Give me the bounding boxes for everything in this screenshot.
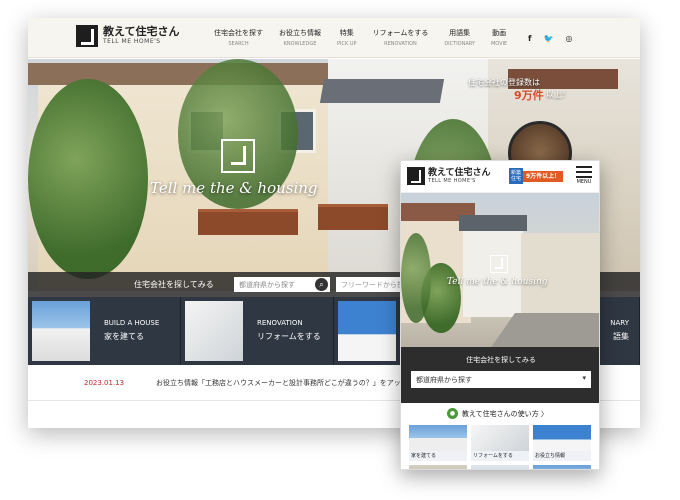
desktop-header: 教えて住宅さん TELL ME HOME'S 住宅会社を探す SEARCH お役… [28, 18, 640, 58]
tile-build[interactable]: 家を建てる [409, 425, 467, 461]
nav-label: 住宅会社を探す [214, 29, 263, 37]
nav-sublabel: SEARCH [228, 41, 249, 47]
tile-extra-1[interactable] [409, 465, 467, 469]
site-logo[interactable]: 教えて住宅さん TELL ME HOME'S [76, 25, 179, 47]
badge-right: 9万件以上！ [523, 170, 564, 182]
ad-tail: 以上！ [546, 90, 570, 99]
tile-extra-2[interactable] [471, 465, 529, 469]
tile-label: 家を建てる [411, 453, 437, 459]
category-en: BUILD A HOUSE [104, 319, 160, 327]
nav-sublabel: MOVIE [490, 41, 508, 47]
news-date: 2023.01.13 [84, 379, 125, 387]
tile-extra-3[interactable] [533, 465, 591, 469]
menu-label: MENU [576, 179, 592, 185]
badge-left: 新築 住宅 [509, 168, 523, 184]
main-nav: 住宅会社を探す SEARCH お役立ち情報 KNOWLEDGE 特集 PICK … [206, 28, 515, 48]
nav-item-search[interactable]: 住宅会社を探す SEARCH [206, 28, 271, 48]
select-value: 都道府県から探す [416, 376, 472, 384]
tile-label: リフォームをする [473, 453, 513, 459]
category-jp: 語集 [613, 332, 629, 341]
mobile-prefecture-select[interactable]: 都道府県から探す ▾ [411, 371, 591, 388]
nav-label: 動画 [492, 29, 507, 37]
guide-text: 教えて住宅さんの使い方 〉 [462, 410, 548, 418]
hero-logo-icon [490, 255, 508, 273]
nav-sublabel: RENOVATION [384, 41, 417, 47]
twitter-icon[interactable]: 🐦 [543, 34, 553, 43]
logo-mark-icon [407, 167, 425, 185]
search-icon[interactable]: ⌕ [315, 278, 328, 291]
mobile-logo[interactable]: 教えて住宅さん TELL ME HOME'S [407, 167, 491, 185]
showcase-stage: 教えて住宅さん TELL ME HOME'S 住宅会社を探す SEARCH お役… [0, 0, 680, 500]
build-house-image [32, 301, 90, 361]
nav-item-knowledge[interactable]: お役立ち情報 KNOWLEDGE [271, 28, 329, 48]
mobile-category-tiles: 家を建てる リフォームをする お役立ち情報 [409, 425, 595, 469]
nav-sublabel: KNOWLEDGE [283, 41, 317, 47]
mobile-search-label: 住宅会社を探してみる [466, 356, 536, 364]
category-jp: リフォームをする [257, 332, 321, 341]
nav-label: お役立ち情報 [279, 29, 321, 37]
logo-subtitle: TELL ME HOME'S [428, 177, 476, 184]
mobile-header: 教えて住宅さん TELL ME HOME'S 新築 住宅 9万件以上！ MENU [401, 161, 599, 193]
nav-sublabel: DICTIONARY [444, 41, 475, 47]
hamburger-icon [576, 166, 592, 178]
category-jp: 家を建てる [104, 332, 144, 341]
tile-image [471, 465, 529, 469]
news-text: お役立ち情報「工務店とハウスメーカーと設計事務所どこが違うの？」をアップ [156, 379, 406, 387]
tile-label: お役立ち情報 [535, 453, 566, 459]
search-label: 住宅会社を探してみる [134, 280, 214, 289]
hero-ad-banner[interactable]: 住宅会社の登録数は 9万件 以上！ [468, 77, 570, 102]
tile-knowledge[interactable]: お役立ち情報 [533, 425, 591, 461]
mobile-hero-image: Tell me the & housing [401, 193, 599, 347]
facebook-icon[interactable]: f [528, 34, 531, 43]
category-en: RENOVATION [257, 319, 303, 327]
hero-logo-icon [221, 139, 255, 173]
tile-image [409, 425, 467, 451]
mobile-mockup: 教えて住宅さん TELL ME HOME'S 新築 住宅 9万件以上！ MENU… [400, 160, 600, 470]
tile-image [533, 425, 591, 451]
logo-title: 教えて住宅さん [103, 25, 180, 38]
tile-image [409, 465, 467, 469]
category-build[interactable]: BUILD A HOUSE 家を建てる [28, 297, 181, 365]
knowledge-image [338, 301, 396, 361]
usage-guide-link[interactable]: ● 教えて住宅さんの使い方 〉 [401, 403, 599, 425]
category-renovation[interactable]: RENOVATION リフォームをする [181, 297, 334, 365]
guide-icon: ● [447, 408, 458, 419]
nav-label: 用語集 [449, 29, 471, 37]
logo-title: 教えて住宅さん [428, 167, 491, 178]
hero-tagline: Tell me the & housing [150, 179, 318, 197]
mobile-ad-badge[interactable]: 新築 住宅 9万件以上！ [509, 168, 564, 184]
menu-button[interactable]: MENU [573, 166, 595, 185]
nav-label: 特集 [339, 29, 354, 37]
keyword-input[interactable]: フリーワードから探す [336, 277, 406, 292]
nav-sublabel: PICK UP [337, 41, 357, 47]
nav-label: リフォームをする [372, 29, 429, 37]
ad-count: 9万件 [514, 89, 544, 102]
chevron-down-icon: ▾ [582, 374, 586, 382]
instagram-icon[interactable]: ◎ [565, 34, 572, 43]
tile-renovation[interactable]: リフォームをする [471, 425, 529, 461]
tile-image [533, 465, 591, 469]
ad-line: 住宅会社の登録数は [468, 78, 540, 87]
social-links: f 🐦 ◎ [528, 34, 572, 43]
mobile-search: 住宅会社を探してみる 都道府県から探す ▾ [401, 347, 599, 403]
nav-item-pickup[interactable]: 特集 PICK UP [329, 28, 365, 48]
nav-item-renovation[interactable]: リフォームをする RENOVATION [365, 28, 437, 48]
nav-item-movie[interactable]: 動画 MOVIE [483, 28, 515, 48]
logo-mark-icon [76, 25, 98, 47]
logo-subtitle: TELL ME HOME'S [103, 38, 161, 45]
renovation-image [185, 301, 243, 361]
nav-item-dictionary[interactable]: 用語集 DICTIONARY [436, 28, 483, 48]
tile-image [471, 425, 529, 451]
mobile-hero-tagline: Tell me the & housing [447, 277, 548, 287]
